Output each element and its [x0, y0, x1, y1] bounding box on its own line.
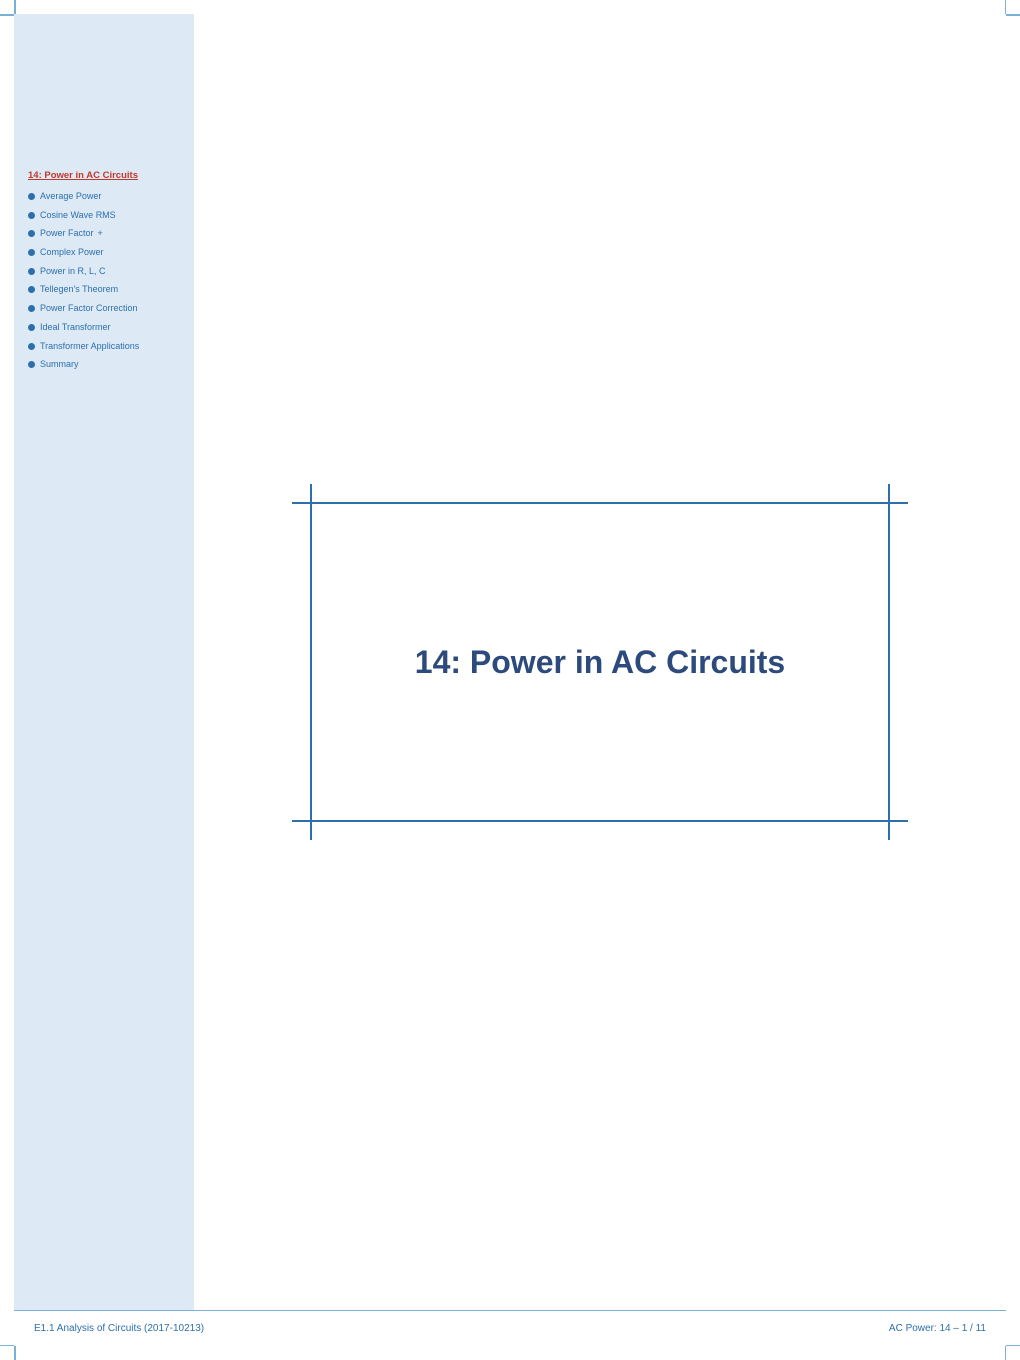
sidebar-item-complex-power[interactable]: Complex Power — [28, 247, 184, 259]
sidebar-item-cosine-wave-rms[interactable]: Cosine Wave RMS — [28, 210, 184, 222]
nav-bullet-power-factor-correction — [28, 305, 35, 312]
nav-label-power-factor: Power Factor — [40, 228, 94, 240]
slide-corner-br-v — [888, 820, 890, 840]
tick-top-right-h — [1006, 14, 1020, 16]
tick-top-right-v — [1005, 0, 1007, 14]
nav-label-cosine-wave-rms: Cosine Wave RMS — [40, 210, 116, 222]
sidebar-item-transformer-applications[interactable]: Transformer Applications — [28, 341, 184, 353]
tick-bot-right-v — [1005, 1346, 1007, 1360]
nav-bullet-cosine-wave-rms — [28, 212, 35, 219]
footer: E1.1 Analysis of Circuits (2017-10213) A… — [14, 1310, 1006, 1346]
slide-corner-bl-h — [292, 820, 312, 822]
nav-bullet-average-power — [28, 193, 35, 200]
nav-label-ideal-transformer: Ideal Transformer — [40, 322, 111, 334]
nav-bullet-complex-power — [28, 249, 35, 256]
tick-bot-right-h — [1006, 1345, 1020, 1347]
sidebar-item-power-factor-correction[interactable]: Power Factor Correction — [28, 303, 184, 315]
tick-bot-left-h — [0, 1345, 14, 1347]
slide-title: 14: Power in AC Circuits — [395, 624, 805, 701]
nav-bullet-ideal-transformer — [28, 324, 35, 331]
nav-plus-power-factor: + — [98, 228, 103, 238]
sidebar-item-power-in-rlc[interactable]: Power in R, L, C — [28, 266, 184, 278]
slide-corner-tr-h — [888, 502, 908, 504]
nav-bullet-power-factor — [28, 230, 35, 237]
content-area: 14: Power in AC Circuits Average Power C… — [14, 14, 1006, 1310]
footer-right-text: AC Power: 14 – 1 / 11 — [889, 1323, 986, 1334]
slide-corner-tr-v — [888, 484, 890, 504]
footer-left-text: E1.1 Analysis of Circuits (2017-10213) — [34, 1323, 204, 1334]
sidebar-item-tellegens-theorem[interactable]: Tellegen's Theorem — [28, 284, 184, 296]
sidebar-item-power-factor[interactable]: Power Factor + — [28, 228, 184, 240]
slide-corner-tl-v — [310, 484, 312, 504]
nav-bullet-power-in-rlc — [28, 268, 35, 275]
tick-top-left-h — [0, 14, 14, 16]
slide-corner-tl-h — [292, 502, 312, 504]
nav-label-power-in-rlc: Power in R, L, C — [40, 266, 106, 278]
page-layout: 14: Power in AC Circuits Average Power C… — [14, 14, 1006, 1346]
sidebar: 14: Power in AC Circuits Average Power C… — [14, 14, 194, 1310]
nav-label-average-power: Average Power — [40, 191, 101, 203]
slide-corner-br-h — [888, 820, 908, 822]
sidebar-item-ideal-transformer[interactable]: Ideal Transformer — [28, 322, 184, 334]
nav-bullet-summary — [28, 361, 35, 368]
nav-label-tellegens-theorem: Tellegen's Theorem — [40, 284, 118, 296]
nav-label-transformer-applications: Transformer Applications — [40, 341, 139, 353]
slide-corner-bl-v — [310, 820, 312, 840]
tick-bot-left-v — [14, 1346, 16, 1360]
sidebar-item-summary[interactable]: Summary — [28, 359, 184, 371]
sidebar-title: 14: Power in AC Circuits — [28, 170, 184, 181]
nav-label-summary: Summary — [40, 359, 79, 371]
nav-label-complex-power: Complex Power — [40, 247, 104, 259]
tick-top-left-v — [14, 0, 16, 14]
main-content: 14: Power in AC Circuits — [194, 14, 1006, 1310]
slide-frame: 14: Power in AC Circuits — [310, 502, 890, 822]
nav-label-power-factor-correction: Power Factor Correction — [40, 303, 138, 315]
nav-bullet-transformer-applications — [28, 343, 35, 350]
nav-bullet-tellegens-theorem — [28, 286, 35, 293]
sidebar-item-average-power[interactable]: Average Power — [28, 191, 184, 203]
